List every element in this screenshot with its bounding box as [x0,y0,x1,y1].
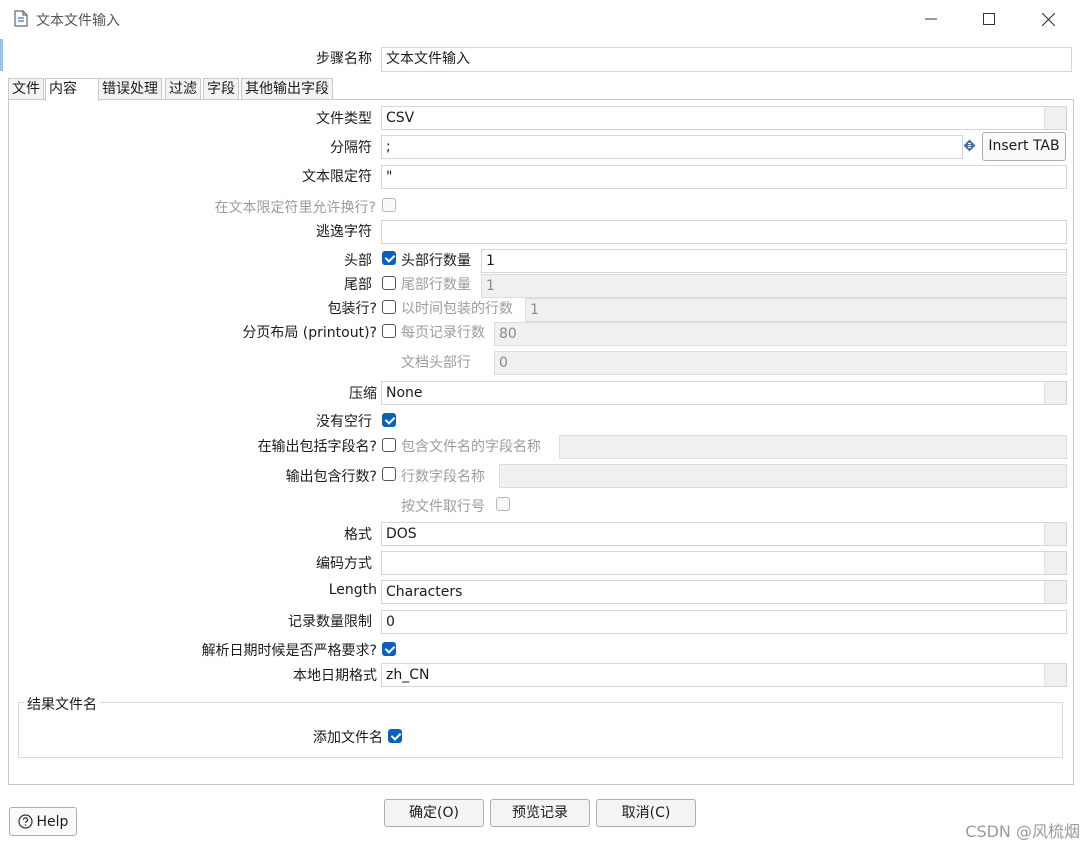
file-type-label: 文件类型 [316,111,372,127]
length-select[interactable]: Characters [381,580,1067,604]
add-filename-label: 添加文件名 [313,730,383,746]
header-rows-input[interactable]: 1 [481,249,1067,273]
add-filename-checkbox[interactable] [388,729,402,743]
length-label: Length [328,582,377,598]
filename-field-input[interactable] [559,435,1067,459]
cancel-button[interactable]: 取消(C) [596,799,696,827]
doc-header-label: 文档头部行 [401,355,471,371]
tab-content[interactable]: 内容 [45,78,99,101]
format-label: 格式 [344,527,372,543]
date-locale-label: 本地日期格式 [293,668,377,684]
allow-breaks-label: 在文本限定符里允许换行? [214,200,376,216]
file-type-value: CSV [386,110,415,126]
date-locale-select[interactable]: zh_CN [381,663,1067,687]
date-locale-value: zh_CN [386,667,430,683]
tab-other-output-fields[interactable]: 其他输出字段 [241,78,333,99]
variable-icon [963,139,976,152]
rownum-field-input[interactable] [499,464,1067,488]
background-window-edge [0,39,3,71]
include-rownum-checkbox[interactable] [382,467,396,481]
help-icon [17,814,33,829]
escape-label: 逃逸字符 [316,224,372,240]
include-filename-checkbox[interactable] [382,438,396,452]
footer-rows-input[interactable]: 1 [481,274,1067,298]
rows-per-page-label: 每页记录行数 [401,325,485,341]
encoding-select[interactable] [381,551,1067,575]
enclosure-label: 文本限定符 [302,169,372,185]
tab-error-handling[interactable]: 错误处理 [98,78,162,99]
file-type-select[interactable]: CSV [381,106,1067,130]
rownum-field-label: 行数字段名称 [401,469,485,485]
limit-input[interactable]: 0 [381,610,1067,634]
enclosure-input[interactable]: " [381,165,1067,189]
ok-button[interactable]: 确定(O) [384,799,484,827]
compression-dropdown[interactable] [1044,382,1066,404]
footer-rows-label: 尾部行数量 [401,277,471,293]
no-empty-rows-label: 没有空行 [316,414,372,430]
rows-per-page-input[interactable]: 80 [494,322,1067,346]
step-name-input[interactable]: 文本文件输入 [381,47,1072,72]
paged-layout-label: 分页布局 (printout)? [242,325,377,341]
allow-breaks-checkbox[interactable] [382,198,396,212]
tab-fields[interactable]: 字段 [203,78,239,99]
paged-layout-checkbox[interactable] [382,324,396,338]
minimize-button[interactable] [911,6,951,32]
include-rownum-label: 输出包含行数? [285,469,377,485]
limit-label: 记录数量限制 [288,614,372,630]
rownum-by-file-checkbox[interactable] [496,497,510,511]
help-label: Help [36,813,69,830]
format-select[interactable]: DOS [381,522,1067,546]
compression-select[interactable]: None [381,381,1067,405]
maximize-button[interactable] [969,6,1009,32]
format-value: DOS [386,526,417,542]
file-icon [14,10,28,27]
header-rows-label: 头部行数量 [401,253,471,269]
minimize-icon [925,18,937,20]
maximize-icon [983,13,995,25]
separator-label: 分隔符 [330,140,372,156]
no-empty-rows-checkbox[interactable] [382,413,396,427]
footer-label: 尾部 [344,277,372,293]
compression-value: None [386,385,423,401]
length-value: Characters [386,584,463,600]
close-button[interactable] [1028,6,1068,32]
tab-file[interactable]: 文件 [8,78,44,99]
preview-button[interactable]: 预览记录 [490,799,590,827]
encoding-label: 编码方式 [316,556,372,572]
wrap-rows-input[interactable]: 1 [525,298,1067,322]
date-locale-dropdown[interactable] [1044,664,1066,686]
footer-checkbox[interactable] [382,276,396,290]
file-type-dropdown[interactable] [1044,107,1066,129]
result-filename-group [18,702,1063,758]
format-dropdown[interactable] [1044,523,1066,545]
length-dropdown[interactable] [1044,581,1066,603]
insert-tab-button[interactable]: Insert TAB [982,132,1066,161]
header-label: 头部 [344,253,372,269]
include-filename-label: 在输出包括字段名? [257,439,377,455]
result-filename-group-title: 结果文件名 [24,694,100,714]
filename-field-label: 包含文件名的字段名称 [401,439,541,455]
header-checkbox[interactable] [382,251,396,265]
doc-header-input[interactable]: 0 [494,351,1067,375]
date-lenient-label: 解析日期时候是否严格要求? [201,643,377,659]
separator-input[interactable]: ; [381,135,963,159]
rownum-by-file-label: 按文件取行号 [401,499,485,515]
step-name-label: 步骤名称 [316,51,372,67]
wrap-rows-label: 以时间包装的行数 [401,301,513,317]
wrap-checkbox[interactable] [382,300,396,314]
wrap-label: 包装行? [327,301,377,317]
close-icon [1041,12,1055,26]
tab-filter[interactable]: 过滤 [165,78,201,99]
watermark: CSDN @风梳烟 [965,822,1080,841]
compression-label: 压缩 [349,386,377,402]
escape-input[interactable] [381,220,1067,244]
help-button[interactable]: Help [9,807,77,836]
window-title: 文本文件输入 [36,13,120,29]
date-lenient-checkbox[interactable] [382,642,396,656]
encoding-dropdown[interactable] [1044,552,1066,574]
